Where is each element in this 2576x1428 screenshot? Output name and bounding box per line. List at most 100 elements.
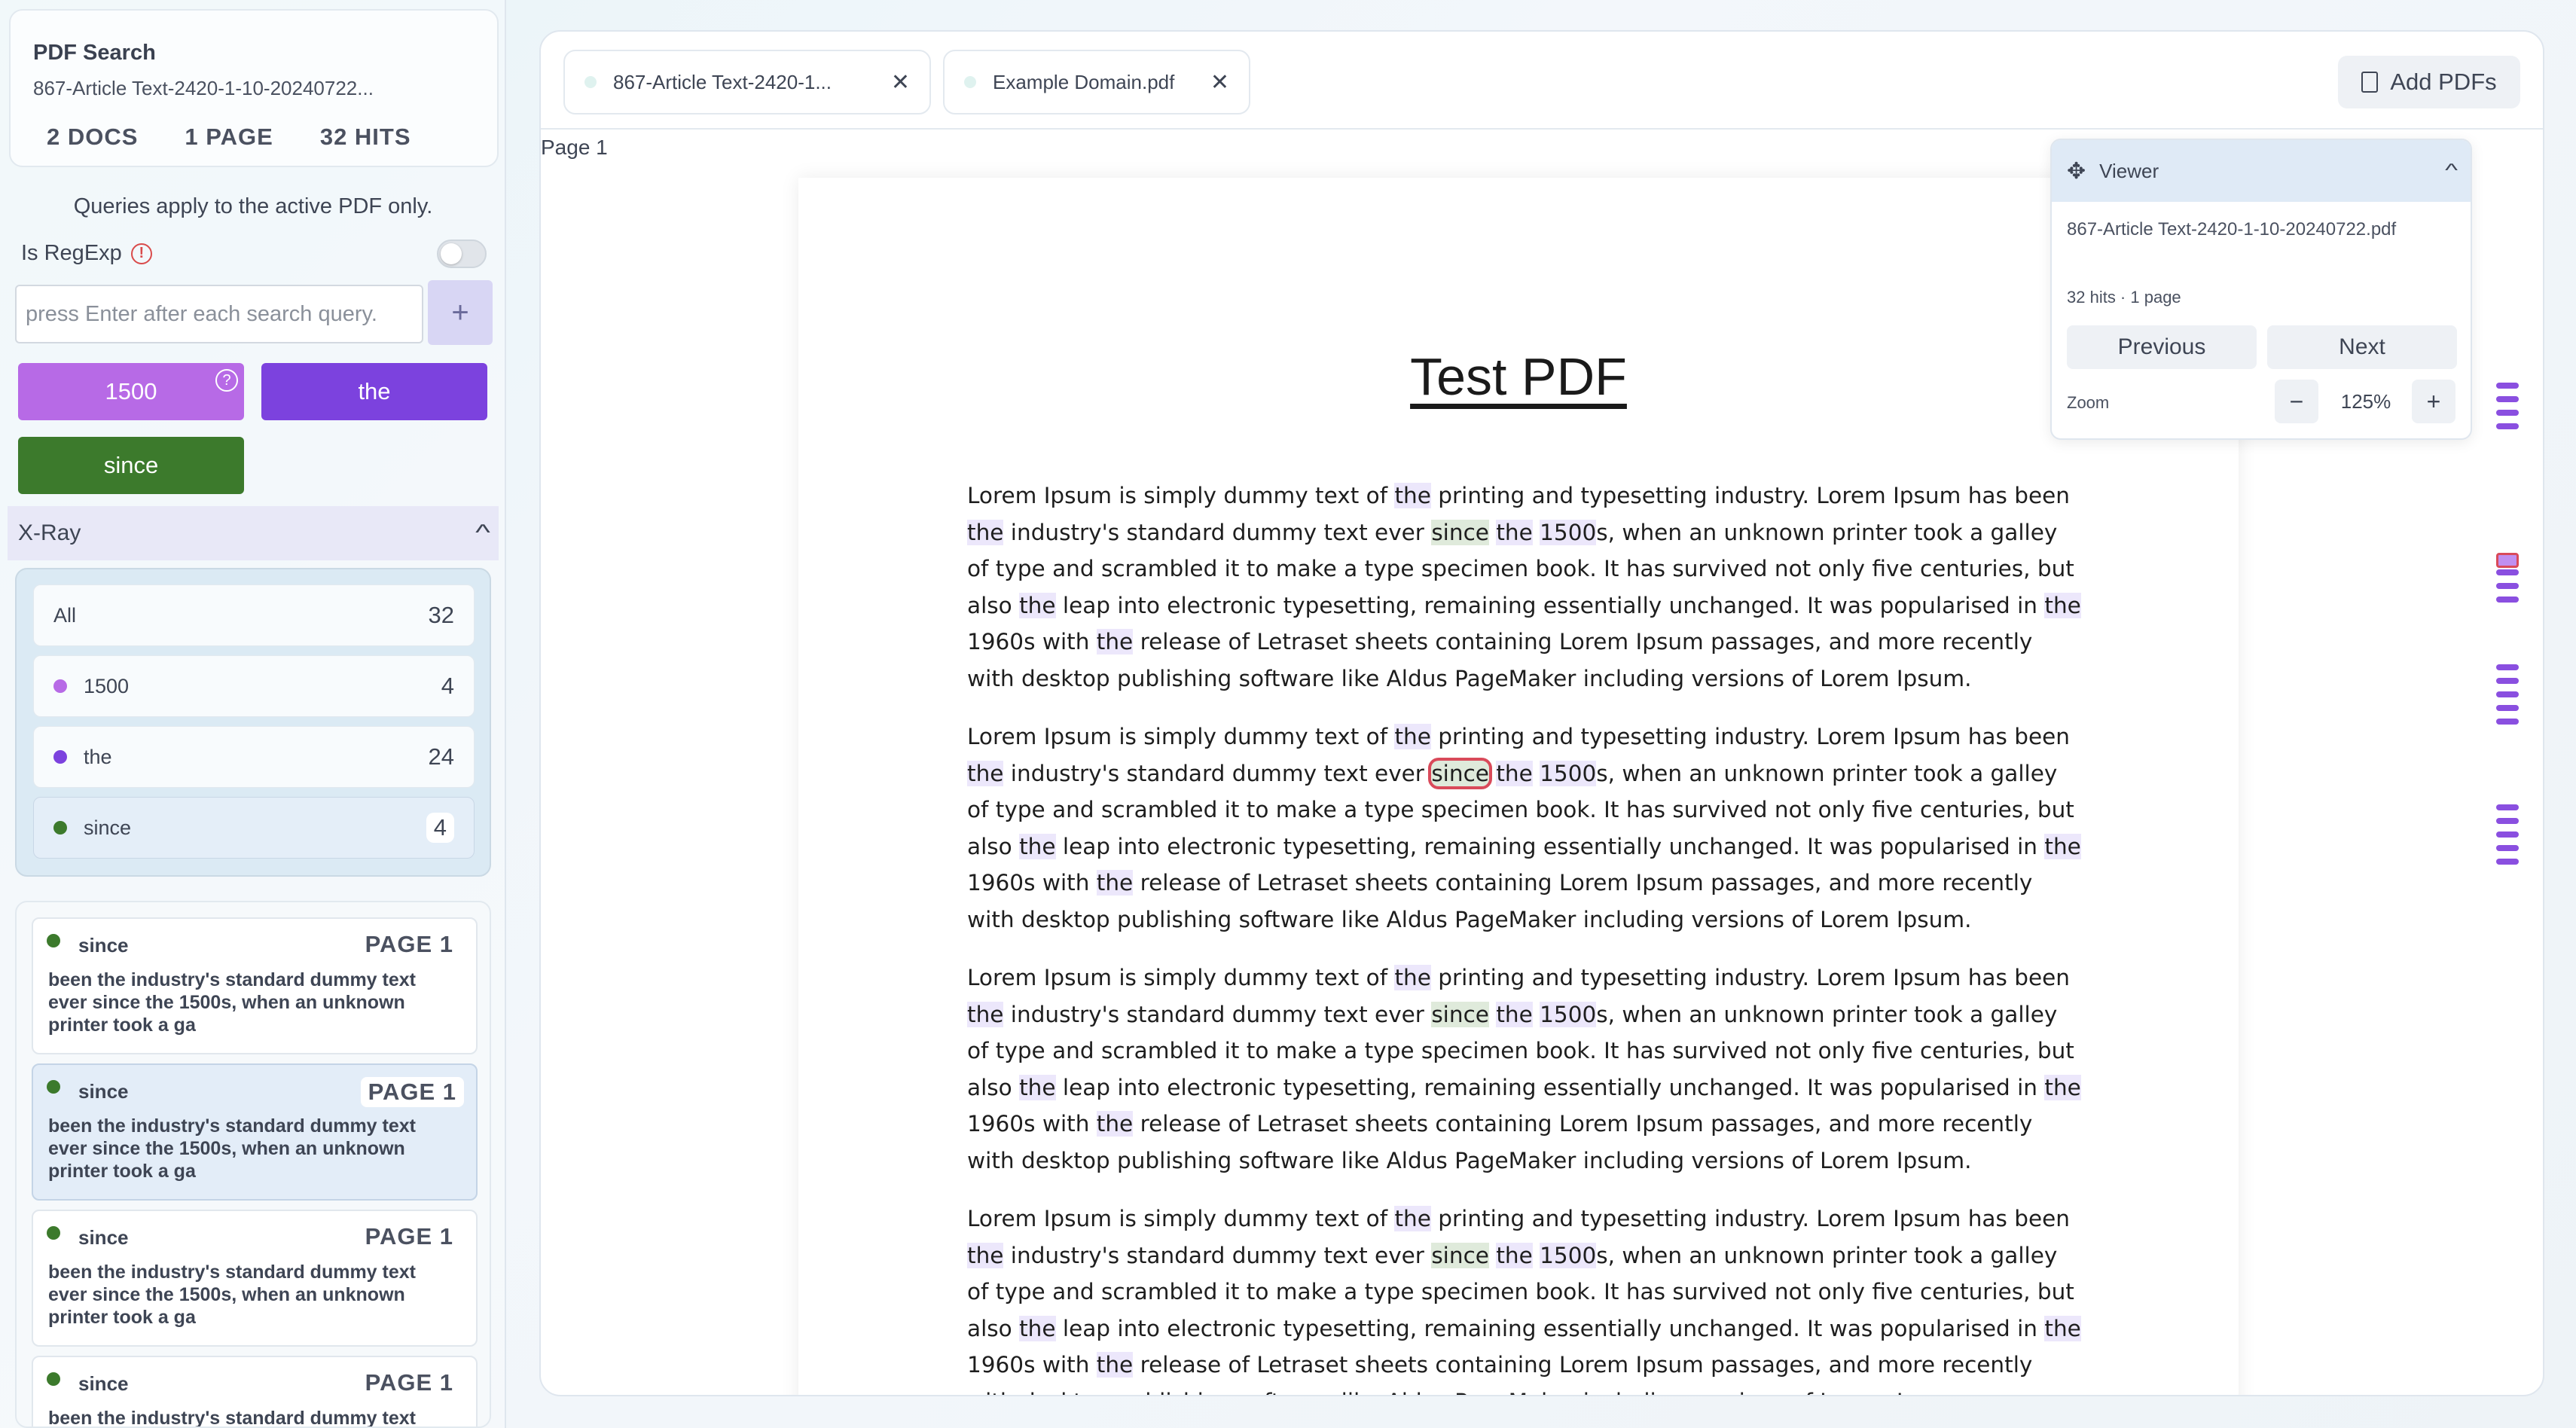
result-page: PAGE 1 xyxy=(365,1223,453,1250)
hit-marker[interactable] xyxy=(2496,597,2519,603)
app-title: PDF Search xyxy=(33,41,156,65)
match-highlight-the[interactable]: the xyxy=(1019,833,1056,859)
hit-marker[interactable] xyxy=(2496,410,2519,416)
chevron-up-icon[interactable]: ^ xyxy=(2445,160,2458,182)
hit-map-scrollbar[interactable] xyxy=(2496,377,2526,904)
previous-button[interactable]: Previous xyxy=(2067,325,2257,369)
zoom-in-button[interactable]: + xyxy=(2412,380,2455,423)
hit-marker[interactable] xyxy=(2496,691,2519,697)
page-label: Page 1 xyxy=(541,136,608,159)
summary-stats: 2 DOCS 1 PAGE 32 HITS xyxy=(47,124,458,151)
next-button[interactable]: Next xyxy=(2267,325,2457,369)
match-highlight-the[interactable]: the xyxy=(1096,1352,1134,1378)
info-icon[interactable]: ! xyxy=(130,243,152,264)
hit-marker[interactable] xyxy=(2496,664,2519,670)
match-highlight-the[interactable]: the xyxy=(1096,1111,1134,1137)
match-highlight-the[interactable]: the xyxy=(2044,1074,2081,1100)
match-highlight-the[interactable]: the xyxy=(1019,592,1056,618)
hit-marker[interactable] xyxy=(2496,845,2519,851)
add-pdfs-button[interactable]: Add PDFs xyxy=(2338,56,2520,108)
add-query-button[interactable]: + xyxy=(428,280,493,345)
hit-marker[interactable] xyxy=(2496,678,2519,684)
result-item[interactable]: since PAGE 1 been the industry's standar… xyxy=(32,917,478,1054)
tab-example-domain[interactable]: Example Domain.pdf ✕ xyxy=(943,50,1250,114)
xray-row-since[interactable]: since 4 xyxy=(33,797,475,859)
chevron-up-icon[interactable]: ^ xyxy=(475,520,490,546)
match-highlight-the[interactable]: the xyxy=(2044,1315,2081,1341)
hit-marker[interactable] xyxy=(2496,383,2519,389)
match-highlight-the[interactable]: the xyxy=(967,519,1004,545)
hit-marker[interactable] xyxy=(2496,859,2519,865)
xray-title: X-Ray xyxy=(18,520,81,545)
xray-row-label: 1500 xyxy=(84,674,130,697)
xray-row-1500[interactable]: 1500 4 xyxy=(33,655,475,717)
query-chip-since[interactable]: since xyxy=(18,437,244,494)
match-highlight-the[interactable]: the xyxy=(967,760,1004,786)
match-highlight-the[interactable]: the xyxy=(1394,724,1431,749)
match-highlight-the[interactable]: the xyxy=(1496,1242,1533,1268)
match-highlight-the[interactable]: the xyxy=(1496,1001,1533,1027)
color-dot-icon xyxy=(53,679,67,693)
match-highlight-the[interactable]: the xyxy=(1096,870,1134,896)
move-icon[interactable]: ✥ xyxy=(2067,158,2086,185)
viewer-header[interactable]: ✥ Viewer ^ xyxy=(2052,140,2471,202)
match-highlight-since[interactable]: since xyxy=(1431,1242,1489,1268)
pdf-paragraph: Lorem Ipsum is simply dummy text of the … xyxy=(967,483,2081,691)
color-dot-icon xyxy=(47,1080,60,1094)
hit-marker[interactable] xyxy=(2496,423,2519,429)
match-highlight-the[interactable]: the xyxy=(1394,965,1431,990)
xray-header[interactable]: X-Ray ^ xyxy=(8,506,499,560)
match-highlight-the[interactable]: the xyxy=(1019,1315,1056,1341)
hit-marker[interactable] xyxy=(2496,569,2519,575)
docs-count: 2 DOCS xyxy=(47,124,139,150)
hit-marker[interactable] xyxy=(2496,719,2519,725)
match-highlight-the[interactable]: the xyxy=(1496,519,1533,545)
close-icon[interactable]: ✕ xyxy=(1210,69,1229,96)
match-highlight-1500[interactable]: 1500 xyxy=(1540,1001,1597,1027)
xray-row-all[interactable]: All 32 xyxy=(33,584,475,646)
hit-marker[interactable] xyxy=(2496,831,2519,838)
result-item[interactable]: since PAGE 1 been the industry's standar… xyxy=(32,1210,478,1347)
pdf-paragraph: Lorem Ipsum is simply dummy text of the … xyxy=(967,724,2081,932)
current-hit-marker[interactable] xyxy=(2496,553,2519,568)
regexp-label: Is RegExp ! xyxy=(21,241,152,266)
help-icon[interactable]: ? xyxy=(215,369,238,392)
match-highlight-the[interactable]: the xyxy=(1019,1074,1056,1100)
match-highlight-the[interactable]: the xyxy=(2044,592,2081,618)
pdf-page: Test PDF Lorem Ipsum is simply dummy tex… xyxy=(798,178,2239,1395)
tab-article-pdf[interactable]: 867-Article Text-2420-1... ✕ xyxy=(563,50,931,114)
hit-marker[interactable] xyxy=(2496,705,2519,711)
match-highlight-the[interactable]: the xyxy=(1394,1206,1431,1231)
xray-row-the[interactable]: the 24 xyxy=(33,726,475,788)
query-chip-1500[interactable]: 1500 ? xyxy=(18,363,244,420)
result-item-active[interactable]: since PAGE 1 been the industry's standar… xyxy=(32,1063,478,1201)
match-highlight-the[interactable]: the xyxy=(2044,833,2081,859)
hit-marker[interactable] xyxy=(2496,818,2519,824)
match-highlight-1500[interactable]: 1500 xyxy=(1540,519,1597,545)
close-icon[interactable]: ✕ xyxy=(891,69,910,96)
zoom-out-button[interactable]: − xyxy=(2275,380,2318,423)
hit-marker[interactable] xyxy=(2496,583,2519,589)
regexp-toggle[interactable] xyxy=(437,240,487,268)
search-input[interactable] xyxy=(15,285,423,343)
match-highlight-the[interactable]: the xyxy=(967,1001,1004,1027)
zoom-value: 125% xyxy=(2340,390,2391,413)
xray-row-count: 32 xyxy=(428,602,454,628)
match-highlight-the[interactable]: the xyxy=(1394,483,1431,508)
pages-count: 1 PAGE xyxy=(185,124,273,150)
match-highlight-1500[interactable]: 1500 xyxy=(1540,1242,1597,1268)
hit-marker[interactable] xyxy=(2496,804,2519,810)
match-highlight-since[interactable]: since xyxy=(1431,519,1489,545)
query-chip-the[interactable]: the xyxy=(261,363,487,420)
hit-marker[interactable] xyxy=(2496,396,2519,402)
results-list: since PAGE 1 been the industry's standar… xyxy=(15,901,491,1428)
match-highlight-the[interactable]: the xyxy=(967,1242,1004,1268)
match-highlight-the[interactable]: the xyxy=(1496,760,1533,786)
match-highlight-the[interactable]: the xyxy=(1096,629,1134,654)
xray-row-label: since xyxy=(84,816,132,839)
result-item[interactable]: since PAGE 1 been the industry's standar… xyxy=(32,1356,478,1426)
current-match-highlight[interactable]: since xyxy=(1428,757,1492,789)
toggle-knob xyxy=(441,243,462,264)
match-highlight-since[interactable]: since xyxy=(1431,1001,1489,1027)
match-highlight-1500[interactable]: 1500 xyxy=(1540,760,1597,786)
